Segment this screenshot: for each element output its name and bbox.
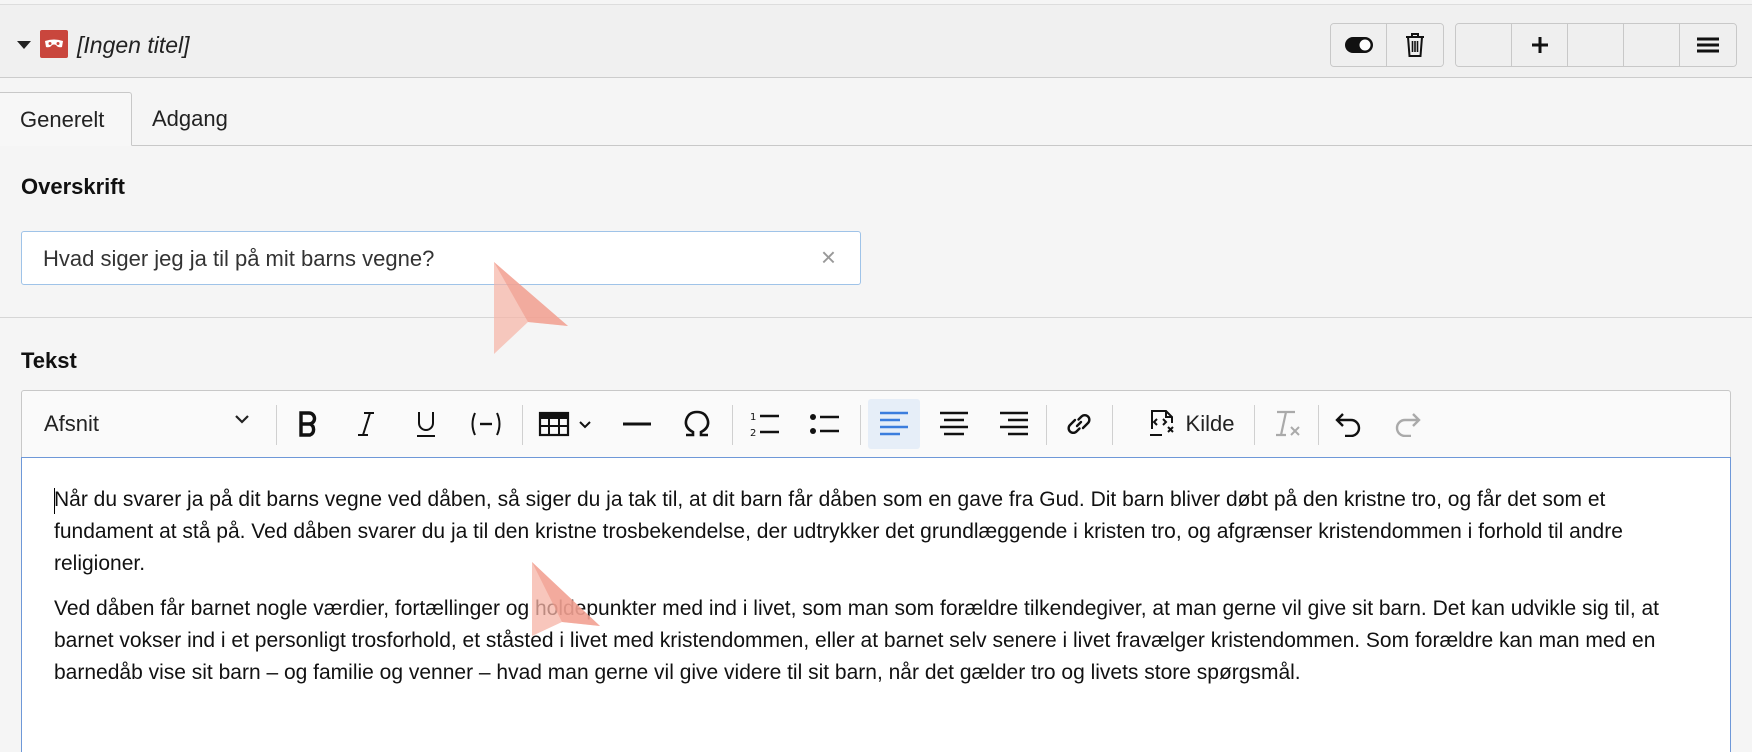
delete-button[interactable]	[1387, 24, 1443, 66]
bullet-list-icon	[810, 414, 839, 434]
soft-hyphen-button[interactable]	[460, 399, 512, 449]
source-label: Kilde	[1185, 411, 1235, 436]
remove-format-button[interactable]	[1262, 399, 1312, 449]
empty-action-button-3[interactable]	[1624, 24, 1680, 66]
menu-button[interactable]	[1680, 24, 1736, 66]
italic-icon	[358, 412, 374, 436]
overskrift-value: Hvad siger jeg ja til på mit barns vegne…	[43, 246, 435, 271]
source-button[interactable]: Kilde	[1132, 399, 1248, 449]
soft-hyphen-icon	[471, 412, 501, 436]
toolbar-separator	[1318, 405, 1319, 445]
editor-content-area[interactable]: Når du svarer ja på dit barns vegne ved …	[21, 457, 1731, 752]
redo-button[interactable]	[1382, 399, 1432, 449]
bold-icon	[299, 411, 317, 437]
special-characters-button[interactable]	[672, 399, 722, 449]
bold-button[interactable]	[284, 399, 332, 449]
undo-button[interactable]	[1324, 399, 1374, 449]
overskrift-label: Overskrift	[21, 174, 125, 199]
content-element-header: [Ingen titel]	[0, 4, 1752, 78]
chevron-down-icon	[579, 420, 591, 428]
source-code-icon	[1149, 410, 1174, 436]
link-icon	[1067, 413, 1091, 435]
paragraph: Når du svarer ja på dit barns vegne ved …	[54, 488, 1623, 575]
remove-format-icon	[1276, 410, 1300, 437]
toolbar-separator	[732, 405, 733, 445]
tab-adgang[interactable]: Adgang	[132, 92, 248, 146]
numbered-list-icon: 12	[750, 412, 779, 438]
hamburger-icon	[1697, 37, 1719, 53]
format-select-label: Afsnit	[44, 411, 100, 436]
empty-action-button-2[interactable]	[1568, 24, 1624, 66]
align-center-button[interactable]	[928, 399, 980, 449]
toolbar-separator	[1046, 405, 1047, 445]
insert-table-button[interactable]	[530, 399, 600, 449]
toolbar-separator	[860, 405, 861, 445]
pointer-cursor-icon	[494, 262, 568, 354]
align-right-icon	[1000, 411, 1028, 436]
table-icon	[538, 411, 570, 437]
horizontal-line-icon	[623, 422, 651, 426]
svg-text:1: 1	[750, 412, 756, 423]
numbered-list-button[interactable]: 12	[740, 399, 790, 449]
pointer-cursor-icon-2	[532, 562, 600, 636]
tekst-label: Tekst	[21, 348, 77, 373]
visibility-delete-group	[1330, 23, 1444, 67]
svg-text:2: 2	[750, 428, 756, 438]
overskrift-input[interactable]: Hvad siger jeg ja til på mit barns vegne…	[21, 231, 861, 285]
paragraph: Ved dåben får barnet nogle værdier, fort…	[54, 597, 1660, 684]
align-right-button[interactable]	[988, 399, 1040, 449]
actions-group	[1455, 23, 1737, 67]
editor-toolbar: Afsnit 12 Kilde	[21, 390, 1731, 458]
italic-button[interactable]	[342, 399, 390, 449]
element-title: [Ingen titel]	[77, 32, 190, 58]
toolbar-separator	[276, 405, 277, 445]
tab-bar: Generelt Adgang	[0, 92, 1752, 146]
align-left-icon	[880, 411, 908, 436]
section-divider	[0, 317, 1752, 318]
trash-icon	[1406, 33, 1424, 57]
toolbar-separator	[1254, 405, 1255, 445]
rich-text-editor: Afsnit 12 Kilde Når du svarer ja på dit …	[21, 390, 1731, 752]
empty-action-button[interactable]	[1456, 24, 1512, 66]
undo-icon	[1335, 413, 1361, 437]
paragraph-format-select[interactable]: Afsnit	[22, 399, 272, 449]
plus-icon	[1531, 37, 1548, 53]
align-left-button[interactable]	[868, 399, 920, 449]
toolbar-separator	[522, 405, 523, 445]
toolbar-separator	[1112, 405, 1113, 445]
tab-generelt[interactable]: Generelt	[0, 92, 132, 146]
chevron-down-icon	[235, 415, 249, 424]
bullet-list-button[interactable]	[800, 399, 850, 449]
toggle-icon	[1344, 37, 1373, 53]
horizontal-line-button[interactable]	[612, 399, 662, 449]
underline-button[interactable]	[402, 399, 450, 449]
link-button[interactable]	[1054, 399, 1104, 449]
underline-icon	[417, 412, 435, 437]
clear-icon[interactable]: ×	[821, 244, 836, 270]
align-center-icon	[940, 411, 968, 436]
content-type-icon	[40, 30, 68, 58]
redo-icon	[1395, 413, 1421, 437]
omega-icon	[684, 410, 710, 437]
toggle-visibility-button[interactable]	[1331, 24, 1387, 66]
add-button[interactable]	[1512, 24, 1568, 66]
collapse-toggle-icon[interactable]	[17, 41, 31, 49]
